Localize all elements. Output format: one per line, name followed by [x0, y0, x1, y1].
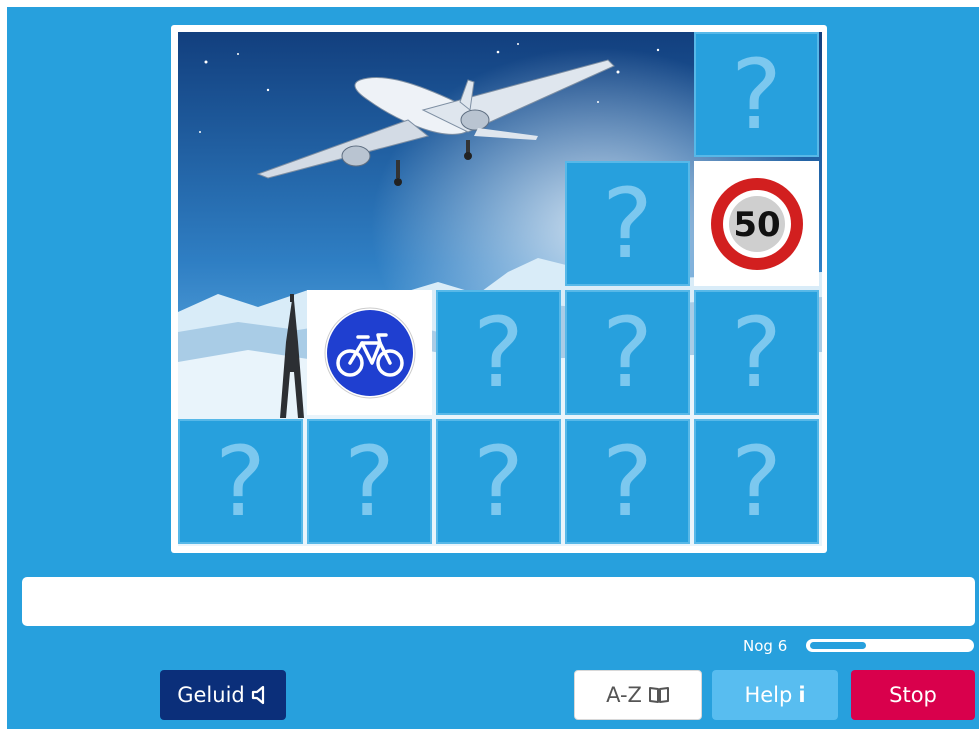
memory-card-hidden[interactable]: ?: [565, 419, 690, 544]
book-icon: [648, 686, 670, 704]
help-button[interactable]: Help i: [712, 670, 838, 720]
memory-card-speed-limit-50: 50: [694, 161, 819, 286]
sound-button[interactable]: Geluid: [160, 670, 286, 720]
az-button-label: A-Z: [606, 683, 642, 707]
az-dictionary-button[interactable]: A-Z: [574, 670, 702, 720]
memory-card-hidden[interactable]: ?: [307, 419, 432, 544]
help-button-label: Help: [744, 683, 793, 707]
memory-card-hidden[interactable]: ?: [436, 290, 561, 415]
speaker-icon: [251, 685, 269, 705]
memory-card-bicycle-path: [307, 290, 432, 415]
bicycle-sign-icon: [324, 307, 415, 398]
memory-card-hidden[interactable]: ?: [565, 290, 690, 415]
info-icon: i: [798, 683, 806, 707]
sound-button-label: Geluid: [177, 683, 245, 707]
memory-card-hidden[interactable]: ?: [178, 419, 303, 544]
memory-card-hidden[interactable]: ?: [694, 419, 819, 544]
stop-button-label: Stop: [889, 683, 937, 707]
speed-limit-sign-icon: 50: [710, 177, 803, 270]
memory-card-hidden[interactable]: ?: [565, 161, 690, 286]
memory-card-hidden[interactable]: ?: [694, 32, 819, 157]
progress-bar: [806, 639, 974, 652]
memory-grid: ? ? 50 ? ? ? ? ? ? ? ?: [178, 32, 822, 546]
progress-bar-fill: [810, 642, 866, 649]
answer-input[interactable]: [22, 577, 975, 626]
remaining-count-label: Nog 6: [743, 637, 788, 655]
stop-button[interactable]: Stop: [851, 670, 975, 720]
speed-limit-value: 50: [733, 205, 780, 245]
memory-card-hidden[interactable]: ?: [694, 290, 819, 415]
memory-card-hidden[interactable]: ?: [436, 419, 561, 544]
